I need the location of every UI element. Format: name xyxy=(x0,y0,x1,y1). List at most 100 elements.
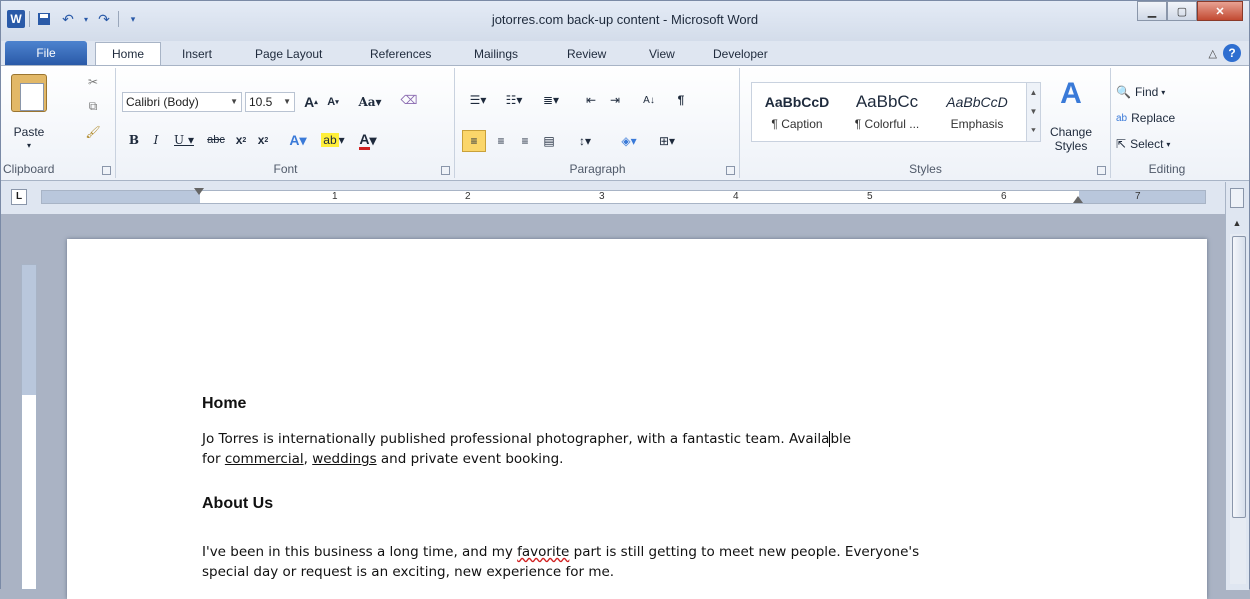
tab-mailings[interactable]: Mailings xyxy=(474,47,518,61)
help-icon[interactable]: ? xyxy=(1223,44,1241,62)
document-page[interactable]: Home Jo Torres is internationally publis… xyxy=(67,239,1207,599)
font-launcher-icon[interactable] xyxy=(441,166,450,175)
change-styles-button[interactable]: Change Styles xyxy=(1043,122,1099,156)
strikethrough-icon[interactable]: abc xyxy=(203,130,229,150)
align-right-icon[interactable]: ≡ xyxy=(514,130,536,152)
scroll-track[interactable] xyxy=(1230,234,1246,584)
grow-font-icon[interactable]: A ▴ xyxy=(301,92,321,112)
shrink-font-icon[interactable]: A ▾ xyxy=(323,92,343,112)
editing-label: Editing xyxy=(1148,162,1186,176)
intro-text-start: Jo Torres is internationally published p… xyxy=(202,431,830,447)
paste-icon[interactable] xyxy=(11,74,47,112)
tab-insert[interactable]: Insert xyxy=(182,47,212,61)
scroll-thumb[interactable] xyxy=(1232,236,1246,518)
tab-file[interactable]: File xyxy=(5,41,87,65)
minimize-button[interactable]: ▁ xyxy=(1137,1,1167,21)
paste-dropdown-icon[interactable]: ▾ xyxy=(5,140,53,150)
underline-icon[interactable]: U ▾ xyxy=(169,130,199,150)
style-colorful-name: ¶ Colorful ... xyxy=(854,117,920,131)
decrease-indent-icon[interactable]: ⇤ xyxy=(580,90,602,110)
tab-home[interactable]: Home xyxy=(95,42,161,66)
text-effects-icon[interactable]: A▾ xyxy=(283,130,313,150)
multilevel-list-icon[interactable]: ≣▾ xyxy=(534,90,568,110)
tab-references[interactable]: References xyxy=(370,47,431,61)
style-colorful[interactable]: AaBbCc ¶ Colorful ... xyxy=(842,87,932,131)
find-button[interactable]: 🔍 Find ▾ xyxy=(1116,82,1206,102)
paragraph-launcher-icon[interactable] xyxy=(726,166,735,175)
tab-selector-button[interactable]: L xyxy=(11,189,27,205)
scroll-up-icon[interactable]: ▲ xyxy=(1230,218,1244,232)
intro-line2-post: and private event booking. xyxy=(376,451,564,467)
styles-launcher-icon[interactable] xyxy=(1097,166,1106,175)
font-color-icon[interactable]: A ▾ xyxy=(353,130,383,150)
subscript-icon[interactable]: x2 xyxy=(231,130,251,150)
minimize-ribbon-icon[interactable]: △ xyxy=(1209,47,1217,60)
left-indent-marker-icon[interactable] xyxy=(194,188,204,195)
highlight-color-icon[interactable]: ab ▾ xyxy=(317,130,349,150)
styles-scroll[interactable]: ▲ ▼ ⯆ xyxy=(1026,83,1040,141)
right-indent-marker-icon[interactable] xyxy=(1073,196,1083,203)
tab-view[interactable]: View xyxy=(649,47,675,61)
format-painter-icon[interactable]: 🖌 xyxy=(83,122,103,142)
clear-formatting-icon[interactable]: ⌫ xyxy=(397,88,421,112)
style-emphasis-preview: AaBbCcD xyxy=(946,94,1008,110)
ruler-number: 6 xyxy=(1001,191,1007,202)
borders-icon[interactable]: ⊞▾ xyxy=(650,130,684,152)
change-case-icon[interactable]: Aa▾ xyxy=(353,92,387,112)
styles-scroll-up-icon[interactable]: ▲ xyxy=(1027,83,1040,102)
increase-indent-icon[interactable]: ⇥ xyxy=(604,90,626,110)
select-button[interactable]: ⇱ Select ▾ xyxy=(1116,134,1206,154)
ruler-number: 4 xyxy=(733,191,739,202)
clipboard-launcher-icon[interactable] xyxy=(102,166,111,175)
vertical-scrollbar[interactable]: ▲ xyxy=(1225,182,1249,590)
style-caption[interactable]: AaBbCcD ¶ Caption xyxy=(752,87,842,131)
bullets-icon[interactable]: ☰▾ xyxy=(462,90,494,110)
link-weddings[interactable]: weddings xyxy=(312,451,376,467)
font-label: Font xyxy=(273,162,298,176)
sort-icon[interactable]: A↓ xyxy=(638,90,660,110)
style-colorful-preview: AaBbCc xyxy=(855,92,919,111)
line-spacing-icon[interactable]: ↕▾ xyxy=(568,130,602,152)
italic-icon[interactable]: I xyxy=(147,130,165,150)
replace-button[interactable]: ab Replace xyxy=(1116,108,1212,128)
link-commercial[interactable]: commercial xyxy=(225,451,304,467)
close-button[interactable]: ✕ xyxy=(1197,1,1243,21)
misspelled-word[interactable]: favorite xyxy=(517,544,569,560)
justify-icon[interactable]: ▤ xyxy=(538,130,560,152)
ruler-left-margin xyxy=(42,191,200,203)
ruler-number: 5 xyxy=(867,191,873,202)
replace-icon: ab xyxy=(1116,112,1128,124)
font-name-combo[interactable]: Calibri (Body) ▼ xyxy=(122,92,242,112)
change-styles-icon[interactable]: A xyxy=(1049,74,1093,114)
show-formatting-marks-icon[interactable]: ¶ xyxy=(670,90,692,110)
superscript-icon[interactable]: x2 xyxy=(253,130,273,150)
tab-developer[interactable]: Developer xyxy=(713,47,768,61)
style-emphasis[interactable]: AaBbCcD Emphasis xyxy=(932,87,1022,131)
ruler-bar[interactable] xyxy=(41,190,1206,204)
tab-review[interactable]: Review xyxy=(567,47,606,61)
cut-icon[interactable]: ✂ xyxy=(83,72,103,92)
font-size-dropdown-icon[interactable]: ▼ xyxy=(283,93,291,111)
maximize-button[interactable]: ▢ xyxy=(1167,1,1197,21)
split-box-icon[interactable] xyxy=(1230,188,1244,208)
horizontal-ruler: L 1 2 3 4 5 6 7 xyxy=(1,182,1249,214)
font-name-value: Calibri (Body) xyxy=(126,95,199,109)
vertical-ruler[interactable] xyxy=(21,264,37,590)
tab-page-layout[interactable]: Page Layout xyxy=(255,47,322,61)
align-left-icon[interactable]: ≡ xyxy=(462,130,486,152)
heading-home: Home xyxy=(202,395,247,412)
paste-button[interactable]: Paste xyxy=(5,124,53,140)
font-size-combo[interactable]: 10.5 ▼ xyxy=(245,92,295,112)
bold-icon[interactable]: B xyxy=(125,130,143,150)
styles-more-icon[interactable]: ⯆ xyxy=(1027,121,1040,140)
numbering-icon[interactable]: ☷▾ xyxy=(498,90,530,110)
copy-icon[interactable]: ⧉ xyxy=(83,96,103,116)
clipboard-label: Clipboard xyxy=(3,162,55,176)
shading-icon[interactable]: ◈▾ xyxy=(612,130,646,152)
window-title: jotorres.com back-up content - Microsoft… xyxy=(491,12,759,27)
paragraph-label: Paragraph xyxy=(569,162,626,176)
font-name-dropdown-icon[interactable]: ▼ xyxy=(230,93,238,111)
intro-line2-pre: for xyxy=(202,451,225,467)
styles-scroll-down-icon[interactable]: ▼ xyxy=(1027,102,1040,121)
align-center-icon[interactable]: ≡ xyxy=(490,130,512,152)
